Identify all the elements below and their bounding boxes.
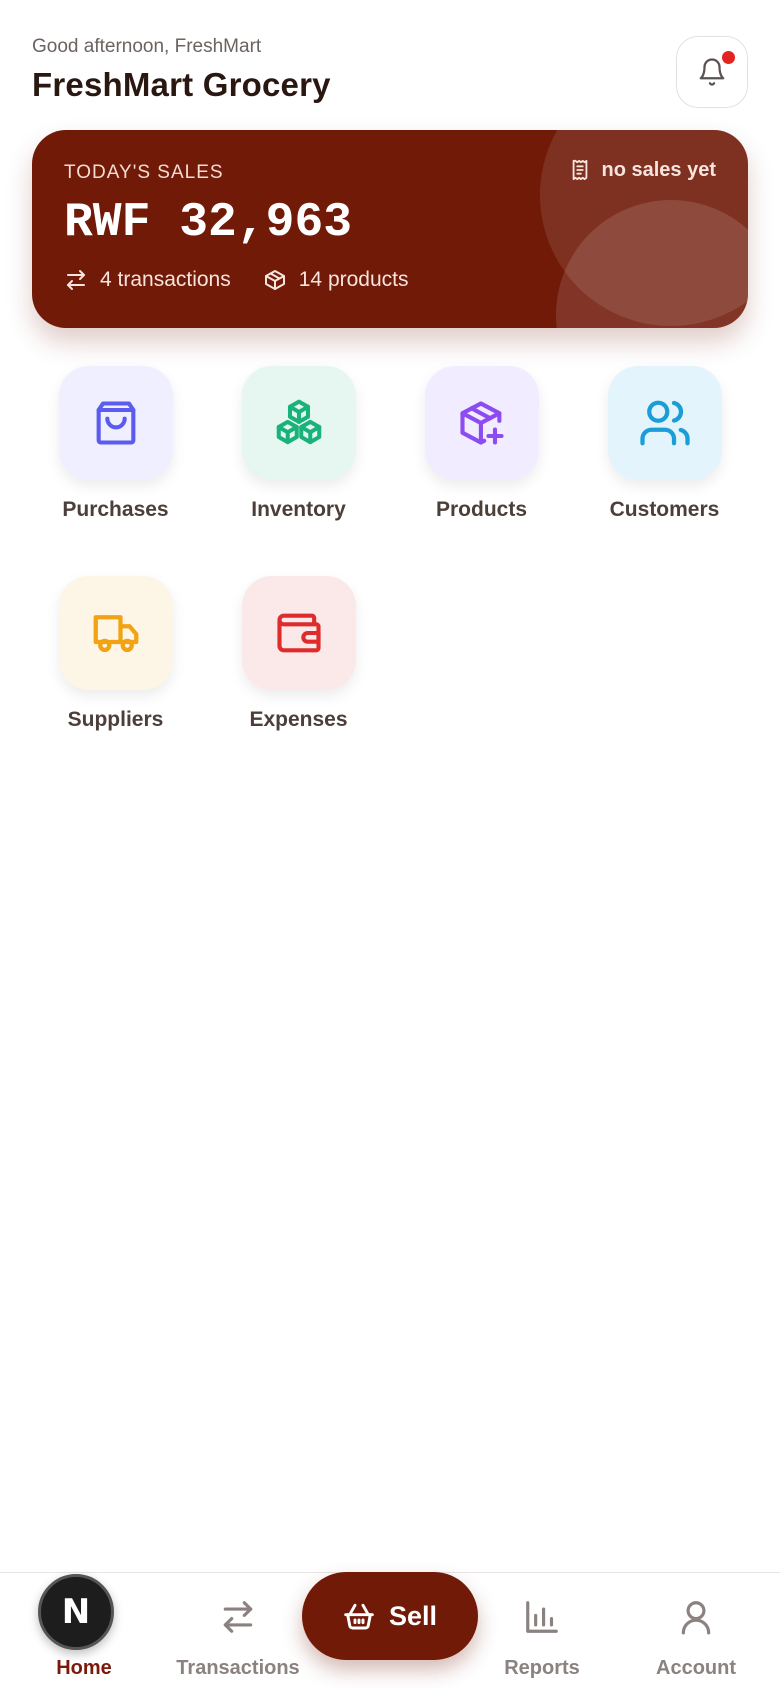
sales-label: TODAY'S SALES	[64, 162, 224, 183]
products-label: Products	[435, 498, 527, 521]
inventory-label: Inventory	[251, 498, 346, 521]
basket-icon	[344, 1603, 374, 1630]
nav-transactions-label: Transactions	[176, 1657, 300, 1679]
purchases-tile[interactable]: Purchases	[24, 366, 207, 536]
transactions-count-text: 4 transactions	[100, 268, 231, 291]
nav-account-label: Account	[656, 1657, 736, 1679]
customers-label: Customers	[609, 498, 720, 521]
package-icon	[264, 270, 285, 290]
sell-button-label: Sell	[388, 1600, 438, 1631]
suppliers-label: Suppliers	[67, 708, 164, 731]
nav-transactions-icon-wrap	[216, 1595, 260, 1639]
sales-status: no sales yet	[569, 158, 716, 182]
nav-transactions[interactable]: Transactions	[160, 1573, 316, 1688]
notification-badge	[722, 51, 735, 64]
header: Good afternoon, FreshMart FreshMart Groc…	[32, 36, 748, 108]
suppliers-icon-box	[59, 576, 173, 690]
sales-meta: 4 transactions 14 products	[64, 268, 441, 292]
package-plus-icon	[460, 401, 504, 445]
purchases-label: Purchases	[62, 498, 169, 521]
user-icon	[681, 1601, 711, 1635]
arrows-left-right-icon	[67, 270, 85, 290]
nav-account-icon-wrap	[674, 1595, 718, 1639]
receipt-icon	[573, 159, 588, 181]
expenses-icon-box	[242, 576, 356, 690]
sales-amount: RWF 32,963	[64, 196, 353, 250]
nav-reports-icon-wrap	[520, 1595, 564, 1639]
products-count-text: 14 products	[298, 268, 409, 291]
store-name: FreshMart Grocery	[32, 66, 331, 103]
suppliers-tile[interactable]: Suppliers	[24, 576, 207, 746]
products-count: 14 products	[263, 268, 409, 292]
boxes-icon	[276, 399, 322, 445]
shopping-bag-icon	[96, 401, 136, 445]
nav-reports-label: Reports	[504, 1657, 580, 1679]
avatar-letter: N	[61, 1592, 91, 1632]
inventory-tile[interactable]: Inventory	[207, 366, 390, 536]
notifications-button[interactable]	[676, 36, 748, 108]
customers-tile[interactable]: Customers	[573, 366, 756, 536]
customers-icon-box	[608, 366, 722, 480]
arrows-left-right-icon	[223, 1601, 253, 1633]
nav-reports[interactable]: Reports	[464, 1573, 620, 1688]
purchases-icon-box	[59, 366, 173, 480]
greeting-text: Good afternoon, FreshMart	[32, 36, 262, 57]
transactions-count: 4 transactions	[64, 268, 231, 292]
todays-sales-card[interactable]: TODAY'S SALES RWF 32,963 no sales yet 4 …	[32, 130, 748, 328]
users-icon	[640, 400, 690, 446]
expenses-label: Expenses	[249, 708, 348, 731]
sell-button[interactable]: Sell	[302, 1572, 478, 1660]
expenses-tile[interactable]: Expenses	[207, 576, 390, 746]
sales-status-text: no sales yet	[601, 158, 716, 181]
inventory-icon-box	[242, 366, 356, 480]
nav-home-label: Home	[56, 1657, 112, 1679]
wallet-icon	[277, 613, 321, 653]
avatar[interactable]: N	[38, 1574, 114, 1650]
bar-chart-icon	[526, 1601, 558, 1633]
truck-icon	[93, 615, 139, 653]
nav-account[interactable]: Account	[618, 1573, 774, 1688]
products-tile[interactable]: Products	[390, 366, 573, 536]
products-icon-box	[425, 366, 539, 480]
